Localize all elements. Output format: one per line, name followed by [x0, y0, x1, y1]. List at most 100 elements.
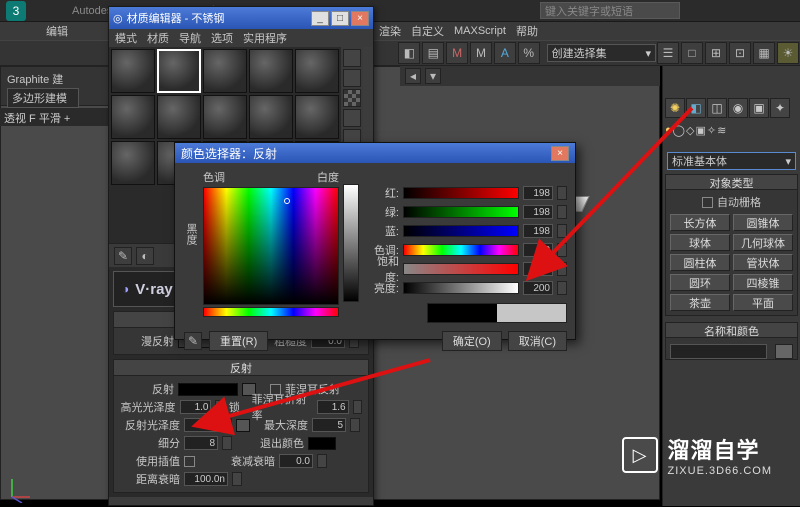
- prim-pyramid-button[interactable]: 四棱锥: [733, 274, 793, 291]
- sat-slider[interactable]: [403, 263, 519, 275]
- eyedropper-button[interactable]: ✎: [184, 332, 202, 350]
- cat-shapes[interactable]: ◯: [673, 124, 685, 146]
- named-sel-dropdown[interactable]: 创建选择集▾: [547, 44, 656, 62]
- toolbar-button[interactable]: M: [446, 42, 468, 64]
- toolbar-button[interactable]: ☀: [777, 42, 799, 64]
- toolbar-button[interactable]: M: [470, 42, 492, 64]
- blue-slider[interactable]: [403, 225, 519, 237]
- red-spinner[interactable]: 198: [523, 186, 553, 200]
- viewport-label[interactable]: 透视 F 平滑 +: [0, 108, 110, 126]
- backlight-button[interactable]: [343, 69, 361, 87]
- color-picker-titlebar[interactable]: 颜色选择器：反射 ×: [175, 143, 575, 163]
- hue-slider[interactable]: [403, 244, 519, 256]
- toolbar-button[interactable]: A: [494, 42, 516, 64]
- me-menu-item[interactable]: 选项: [211, 30, 233, 46]
- me-menu-item[interactable]: 实用程序: [243, 30, 287, 46]
- green-slider[interactable]: [403, 206, 519, 218]
- material-slot[interactable]: [157, 95, 201, 139]
- val-spinner[interactable]: 200: [523, 281, 553, 295]
- menu-item[interactable]: 自定义: [411, 23, 444, 39]
- ok-button[interactable]: 确定(O): [442, 331, 502, 351]
- menu-item[interactable]: 帮助: [516, 23, 538, 39]
- exit-color-swatch[interactable]: [308, 437, 336, 450]
- me-menu-item[interactable]: 模式: [115, 30, 137, 46]
- maxdepth-spinner[interactable]: 5: [312, 418, 346, 432]
- object-name-input[interactable]: [670, 344, 767, 359]
- material-slot[interactable]: [111, 49, 155, 93]
- material-slot[interactable]: [203, 95, 247, 139]
- tab-modify[interactable]: ◧: [686, 98, 706, 118]
- spinner-buttons[interactable]: [232, 472, 242, 486]
- value-strip[interactable]: [343, 184, 359, 302]
- toolbar-button[interactable]: %: [518, 42, 540, 64]
- spinner-buttons[interactable]: [350, 418, 360, 432]
- dimdist-spinner[interactable]: 100.0n: [184, 472, 228, 486]
- sample-type-button[interactable]: [343, 49, 361, 67]
- rollout-reflect-header[interactable]: 反射: [114, 360, 368, 376]
- help-search-input[interactable]: 键入关键字或短语: [540, 2, 680, 19]
- cat-geometry[interactable]: ●: [665, 124, 672, 146]
- prim-teapot-button[interactable]: 茶壶: [670, 294, 730, 311]
- cat-spacewarps[interactable]: ≋: [717, 124, 726, 146]
- tab-display[interactable]: ▣: [749, 98, 769, 118]
- graphite-tab-polymodel[interactable]: 多边形建模: [7, 88, 79, 108]
- spinner-buttons[interactable]: [557, 281, 567, 295]
- material-slot[interactable]: [295, 95, 339, 139]
- interp-checkbox[interactable]: [184, 456, 195, 467]
- prim-cylinder-button[interactable]: 圆柱体: [670, 254, 730, 271]
- material-slot[interactable]: [249, 49, 293, 93]
- toolbar-button[interactable]: ◧: [398, 42, 420, 64]
- cat-lights[interactable]: ◇: [686, 124, 694, 146]
- eyedropper-button[interactable]: ✎: [114, 247, 132, 265]
- hgloss-spinner[interactable]: 1.0: [180, 400, 212, 414]
- green-spinner[interactable]: 198: [523, 205, 553, 219]
- object-type-header[interactable]: 对象类型: [665, 174, 798, 190]
- subdiv-spinner[interactable]: 8: [184, 436, 218, 450]
- toolbar-button[interactable]: ⊡: [729, 42, 751, 64]
- cat-cameras[interactable]: ▣: [695, 124, 705, 146]
- tab-motion[interactable]: ◉: [728, 98, 748, 118]
- hue-sat-field[interactable]: [203, 187, 339, 305]
- close-button[interactable]: ×: [351, 11, 369, 26]
- app-icon[interactable]: 3: [6, 1, 26, 21]
- spinner-buttons[interactable]: [215, 400, 224, 414]
- material-editor-titlebar[interactable]: ◎ 材质编辑器 - 不锈钢 _ □ ×: [109, 7, 373, 29]
- hue-slider[interactable]: [203, 307, 339, 317]
- dimfall-spinner[interactable]: 0.0: [279, 454, 313, 468]
- spinner-buttons[interactable]: [222, 436, 232, 450]
- menu-item[interactable]: 渲染: [379, 23, 401, 39]
- close-button[interactable]: ×: [551, 146, 569, 161]
- toolbar-button[interactable]: ▦: [753, 42, 775, 64]
- spinner-buttons[interactable]: [353, 400, 362, 414]
- material-slot-selected[interactable]: [157, 49, 201, 93]
- prim-box-button[interactable]: 长方体: [670, 214, 730, 231]
- spinner-buttons[interactable]: [557, 224, 567, 238]
- hue-spinner[interactable]: 0: [523, 243, 553, 257]
- material-slot[interactable]: [295, 49, 339, 93]
- spinner-buttons[interactable]: [557, 186, 567, 200]
- toolbar-button[interactable]: □: [681, 42, 703, 64]
- prim-tube-button[interactable]: 管状体: [733, 254, 793, 271]
- menu-item[interactable]: MAXScript: [454, 25, 506, 37]
- prim-geosphere-button[interactable]: 几何球体: [733, 234, 793, 251]
- cat-helpers[interactable]: ✧: [707, 124, 716, 146]
- spinner-buttons[interactable]: [557, 205, 567, 219]
- toolbar-button[interactable]: ▾: [425, 68, 441, 84]
- prim-cone-button[interactable]: 圆锥体: [733, 214, 793, 231]
- material-slot[interactable]: [111, 95, 155, 139]
- tab-hierarchy[interactable]: ◫: [707, 98, 727, 118]
- minimize-button[interactable]: _: [311, 11, 329, 26]
- prim-torus-button[interactable]: 圆环: [670, 274, 730, 291]
- fior-spinner[interactable]: 1.6: [317, 400, 349, 414]
- reset-button[interactable]: 重置(R): [209, 331, 268, 351]
- tab-create[interactable]: ✺: [665, 98, 685, 118]
- cancel-button[interactable]: 取消(C): [508, 331, 567, 351]
- toolbar-button[interactable]: ☰: [657, 42, 679, 64]
- prim-plane-button[interactable]: 平面: [733, 294, 793, 311]
- me-tool-button[interactable]: ◐: [136, 247, 154, 265]
- prim-sphere-button[interactable]: 球体: [670, 234, 730, 251]
- blue-spinner[interactable]: 198: [523, 224, 553, 238]
- me-menu-item[interactable]: 导航: [179, 30, 201, 46]
- val-slider[interactable]: [403, 282, 519, 294]
- maximize-button[interactable]: □: [331, 11, 349, 26]
